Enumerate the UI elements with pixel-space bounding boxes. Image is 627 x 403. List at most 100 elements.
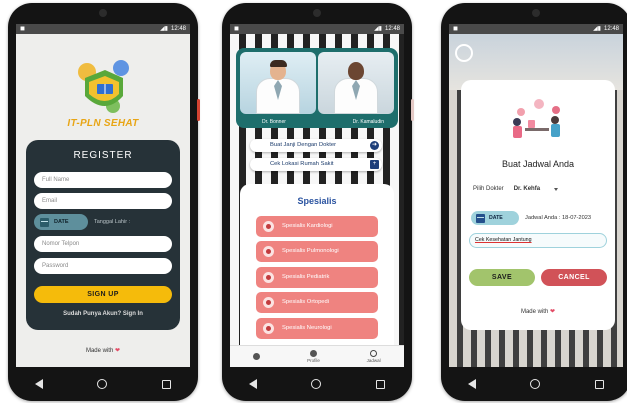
spesialis-label: Spesialis Ortopedi: [282, 299, 330, 305]
doctor-picker-row: Pilih Dokter Dr. Kehfa: [473, 186, 559, 192]
made-with-footer: Made with ❤: [16, 347, 190, 354]
birthdate-label: Tanggal Lahir :: [94, 219, 131, 225]
password-input[interactable]: Password: [34, 258, 172, 274]
date-button-label: DATE: [54, 219, 69, 225]
info-icon: [309, 350, 317, 357]
schedule-title: Buat Jadwal Anda: [501, 159, 575, 169]
arrow-right-circle-icon: ➜: [370, 141, 379, 150]
signin-link[interactable]: Sudah Punya Akun? Sign In: [26, 311, 180, 317]
signal-icon: ◢▮: [374, 26, 382, 32]
heart-icon: ❤: [115, 348, 121, 354]
doctor-photo-2[interactable]: [318, 52, 394, 114]
status-left-icon: ◼: [453, 26, 458, 32]
recent-apps-icon[interactable]: [161, 379, 171, 389]
doctor-photo-1[interactable]: [240, 52, 316, 114]
book-appointment-button[interactable]: Buat Janji Dengan Dokter ➜: [250, 139, 382, 152]
spesialis-label: Spesialis Kardiologi: [282, 223, 333, 229]
signal-icon: ◢▮: [593, 26, 601, 32]
baby-icon: [263, 272, 274, 283]
made-with-text: Made with: [85, 348, 114, 354]
doctor-select-value: Dr. Kehfa: [513, 186, 541, 192]
date-button[interactable]: DATE: [471, 211, 519, 225]
calendar-icon: [40, 217, 49, 227]
recent-apps-icon[interactable]: [375, 379, 385, 389]
save-button[interactable]: SAVE: [469, 269, 535, 286]
spesialis-item-pediatrik[interactable]: Spesialis Pediatrik: [256, 267, 378, 288]
schedule-screen: ◼ ◢▮ 12:48 Buat Jadwal Anda Pilih Dokter…: [449, 24, 623, 367]
camera: [532, 9, 540, 17]
camera: [313, 9, 321, 17]
spesialis-label: Spesialis Pediatrik: [282, 274, 330, 280]
keluhan-value: Cek Kesehatan Jantung: [475, 237, 532, 243]
phone-input[interactable]: Nomor Telpon: [34, 236, 172, 252]
home-circle-icon[interactable]: [311, 379, 322, 389]
back-icon[interactable]: [35, 379, 44, 389]
status-time: 12:48: [384, 26, 400, 32]
tab-home[interactable]: [253, 352, 261, 361]
doctor-name-1: Dr. Bonner: [262, 119, 286, 125]
spesialis-item-pulmonologi[interactable]: Spesialis Pulmonologi: [256, 241, 378, 262]
keluhan-input[interactable]: Cek Kesehatan Jantung: [469, 233, 607, 248]
back-circle-icon[interactable]: [455, 44, 473, 62]
doctor-face: [348, 62, 364, 80]
bone-icon: [263, 297, 274, 308]
showcase: ◼ ◢▮ 12:48 IT-PLN SEHAT REGISTER Full Nam…: [0, 0, 627, 403]
home-circle-icon[interactable]: [97, 379, 108, 389]
email-input[interactable]: Email: [34, 193, 172, 209]
date-row: DATE Jadwal Anda : 18-07-2023: [471, 211, 605, 225]
spesialis-label: Spesialis Pulmonologi: [282, 248, 339, 254]
status-left-icon: ◼: [234, 26, 239, 32]
back-icon[interactable]: [249, 379, 258, 389]
app-logo: [78, 60, 129, 113]
home-icon: [253, 352, 261, 360]
hospital-location-label: Cek Lokasi Rumah Sakit: [270, 161, 334, 167]
date-button[interactable]: DATE: [34, 214, 88, 230]
status-left-icon: ◼: [20, 26, 25, 32]
signup-button[interactable]: SIGN UP: [34, 286, 172, 303]
register-card: REGISTER Full Name Email DATE Tanggal La…: [26, 140, 180, 330]
full-name-input[interactable]: Full Name: [34, 172, 172, 188]
spesialis-item-kardiologi[interactable]: Spesialis Kardiologi: [256, 216, 378, 237]
jadwal-text: Jadwal Anda : 18-07-2023: [525, 215, 592, 221]
phone-home: ◼ ◢▮ 12:48 Dr. Bonner Dr. Kamaludin Buat…: [222, 3, 414, 401]
side-button: [411, 99, 414, 121]
cancel-button[interactable]: CANCEL: [541, 269, 607, 286]
chevron-down-icon: [554, 187, 559, 191]
hospital-location-button[interactable]: Cek Lokasi Rumah Sakit +: [250, 158, 382, 171]
camera: [99, 9, 107, 17]
register-screen: ◼ ◢▮ 12:48 IT-PLN SEHAT REGISTER Full Nam…: [16, 24, 190, 367]
recent-apps-icon[interactable]: [594, 379, 604, 389]
back-icon[interactable]: [468, 379, 477, 389]
spesialis-item-ortopedi[interactable]: Spesialis Ortopedi: [256, 292, 378, 313]
heart-icon: ❤: [550, 309, 556, 315]
system-nav-bar: [222, 371, 412, 397]
tab-jadwal-label: Jadwal: [366, 358, 381, 363]
phone-register: ◼ ◢▮ 12:48 IT-PLN SEHAT REGISTER Full Nam…: [8, 3, 200, 401]
spesialis-item-neurologi[interactable]: Spesialis Neurologi: [256, 318, 378, 339]
signal-icon: ◢▮: [160, 26, 168, 32]
system-nav-bar: [441, 371, 627, 397]
status-time: 12:48: [170, 26, 186, 32]
doctor-select[interactable]: Dr. Kehfa: [513, 186, 559, 192]
spesialis-title: Spesialis: [297, 196, 337, 206]
book-appointment-label: Buat Janji Dengan Dokter: [270, 142, 337, 148]
action-row: SAVE CANCEL: [469, 269, 607, 286]
calendar-icon: [476, 213, 485, 223]
doctor-name-2: Dr. Kamaludin: [352, 119, 384, 125]
side-button: [197, 99, 200, 121]
register-title: REGISTER: [73, 150, 133, 161]
spesialis-label: Spesialis Neurologi: [282, 325, 332, 331]
status-bar: ◼ ◢▮ 12:48: [230, 24, 404, 34]
date-button-label: DATE: [489, 215, 503, 221]
doctor-picker-label: Pilih Dokter: [473, 186, 504, 192]
lungs-icon: [263, 246, 274, 257]
status-bar: ◼ ◢▮ 12:48: [16, 24, 190, 34]
tab-jadwal[interactable]: Jadwal: [367, 350, 381, 363]
doctor-hair: [269, 60, 287, 67]
status-bar: ◼ ◢▮ 12:48: [449, 24, 623, 34]
phone-schedule: ◼ ◢▮ 12:48 Buat Jadwal Anda Pilih Dokter…: [441, 3, 627, 401]
tab-profile[interactable]: Profile: [307, 350, 320, 363]
consultation-illustration-icon: [513, 99, 560, 138]
plus-square-icon: +: [370, 160, 379, 169]
home-circle-icon[interactable]: [530, 379, 541, 389]
